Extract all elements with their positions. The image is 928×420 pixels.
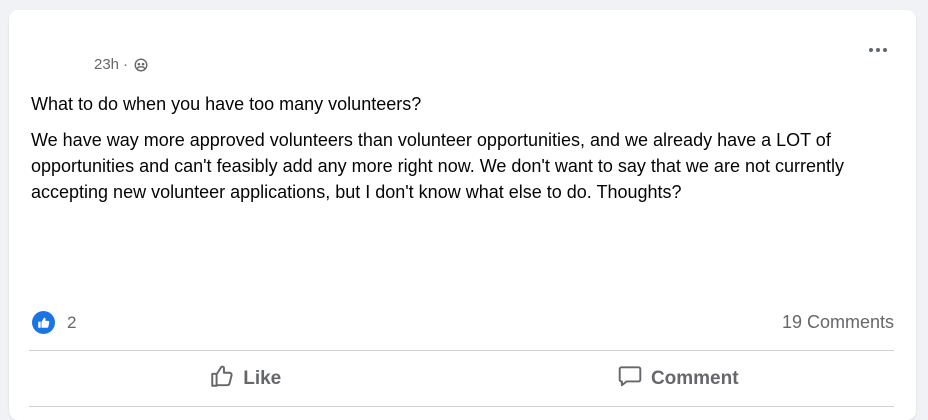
action-bar: Like Comment — [29, 352, 894, 406]
comment-button[interactable]: Comment — [462, 352, 895, 406]
post-title: What to do when you have too many volunt… — [31, 94, 422, 114]
reactions-summary[interactable]: 2 — [32, 311, 76, 334]
more-dot — [869, 48, 873, 52]
comments-count-link[interactable]: 19 Comments — [782, 312, 894, 333]
like-button[interactable]: Like — [29, 352, 462, 406]
reaction-count: 2 — [67, 312, 77, 332]
comment-button-label: Comment — [650, 368, 739, 389]
divider — [29, 350, 894, 351]
comment-icon — [617, 363, 643, 395]
like-button-label: Like — [243, 368, 282, 389]
more-dot — [876, 48, 880, 52]
group-icon — [133, 57, 149, 73]
like-icon — [32, 311, 55, 334]
divider — [29, 406, 894, 407]
post-body: We have way more approved volunteers tha… — [31, 130, 844, 202]
thumbs-up-icon — [209, 363, 235, 395]
meta-separator: · — [123, 56, 129, 73]
more-dot — [883, 48, 887, 52]
post-timestamp[interactable]: 23h — [94, 56, 119, 73]
post-card: 23h · What to do when you have too many … — [9, 10, 916, 420]
more-options-button[interactable] — [864, 42, 892, 58]
post-meta: 23h · — [94, 56, 149, 73]
